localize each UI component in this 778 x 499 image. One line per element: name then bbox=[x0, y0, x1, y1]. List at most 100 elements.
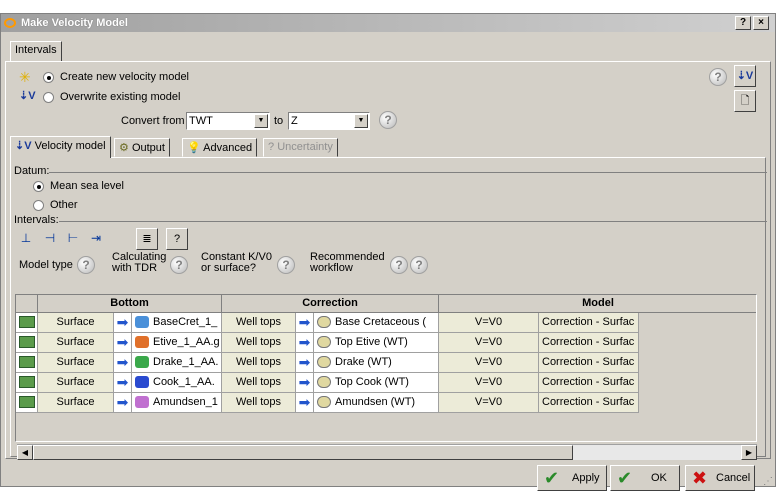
help-icon[interactable]: ? bbox=[379, 111, 397, 129]
surface-type-icon[interactable] bbox=[16, 333, 38, 353]
make-velocity-model-dialog: Make Velocity Model ? × Intervals ✳ Crea… bbox=[0, 13, 776, 491]
checkmark-icon: ✔ bbox=[617, 468, 633, 488]
bottom-type-cell[interactable]: Surface bbox=[38, 353, 114, 373]
arrow-right-icon[interactable]: ➡ bbox=[114, 333, 132, 353]
table-row[interactable]: Surface ➡ Drake_1_AA. Well tops ➡ Drake (WT) V… bbox=[16, 353, 756, 373]
model-cell-text: V=V0 bbox=[474, 396, 503, 408]
correction-type-cell[interactable]: Well tops bbox=[222, 373, 296, 393]
convert-to-select[interactable]: Z ▼ bbox=[288, 112, 370, 130]
arrow-right-icon[interactable]: ➡ bbox=[296, 393, 314, 413]
header-bottom[interactable]: Bottom bbox=[38, 295, 222, 313]
help-icon[interactable]: ? bbox=[77, 256, 95, 274]
arrow-right-icon[interactable]: ➡ bbox=[114, 353, 132, 373]
scroll-right-icon[interactable]: ▶ bbox=[741, 445, 757, 460]
bottom-surface-cell[interactable]: Etive_1_AA.g bbox=[132, 333, 222, 353]
surface-type-icon[interactable] bbox=[16, 313, 38, 333]
correction-type-cell[interactable]: Well tops bbox=[222, 333, 296, 353]
correction-cell[interactable]: Amundsen (WT) bbox=[314, 393, 439, 413]
bottom-type-cell[interactable]: Surface bbox=[38, 313, 114, 333]
add-interval-below-icon[interactable]: ⊢ bbox=[64, 230, 82, 246]
header-model[interactable]: Model bbox=[439, 295, 756, 313]
arrow-right-icon[interactable]: ➡ bbox=[296, 313, 314, 333]
correction-cell[interactable]: Base Cretaceous ( bbox=[314, 313, 439, 333]
datum-msl-radio[interactable] bbox=[33, 181, 44, 192]
bottom-surface-cell[interactable]: BaseCret_1_ bbox=[132, 313, 222, 333]
arrow-right-icon[interactable]: ➡ bbox=[296, 373, 314, 393]
create-new-radio[interactable] bbox=[43, 72, 54, 83]
bottom-surface-cell[interactable]: Amundsen_1 bbox=[132, 393, 222, 413]
correction-cell[interactable]: Drake (WT) bbox=[314, 353, 439, 373]
apply-button[interactable]: ✔ Apply bbox=[537, 465, 607, 491]
arrow-right-icon[interactable]: ➡ bbox=[114, 313, 132, 333]
datum-other-radio[interactable] bbox=[33, 200, 44, 211]
model-cell[interactable]: V=V0 bbox=[439, 393, 539, 413]
model-cell[interactable]: V=V0 bbox=[439, 373, 539, 393]
chevron-down-icon: ▼ bbox=[254, 114, 268, 128]
workflow-cell[interactable]: Correction - Surfac bbox=[539, 393, 639, 413]
arrow-right-icon[interactable]: ➡ bbox=[296, 353, 314, 373]
add-interval-above-icon[interactable]: ⊥ bbox=[17, 230, 35, 246]
table-row[interactable]: Surface ➡ Amundsen_1 Well tops ➡ Amundsen (WT… bbox=[16, 393, 756, 413]
help-title-button[interactable]: ? bbox=[735, 16, 751, 30]
bottom-type-cell-text: Surface bbox=[56, 316, 95, 328]
table-row[interactable]: Surface ➡ Etive_1_AA.g Well tops ➡ Top Etive … bbox=[16, 333, 756, 353]
model-cell[interactable]: V=V0 bbox=[439, 313, 539, 333]
table-row[interactable]: Surface ➡ BaseCret_1_ Well tops ➡ Base Cretac… bbox=[16, 313, 756, 333]
convert-from-select[interactable]: TWT ▼ bbox=[186, 112, 270, 130]
help-icon[interactable]: ? bbox=[170, 256, 188, 274]
insert-interval-icon[interactable]: ⇥ bbox=[87, 230, 105, 246]
new-document-button[interactable]: 🗋 bbox=[734, 90, 756, 112]
close-button[interactable]: × bbox=[753, 16, 769, 30]
resize-grip-icon[interactable]: ⋰ bbox=[763, 476, 773, 487]
tab-velocity-model[interactable]: ⇣V Velocity model bbox=[10, 136, 111, 158]
surface-type-icon[interactable] bbox=[16, 353, 38, 373]
ok-button[interactable]: ✔ OK bbox=[610, 465, 680, 491]
workflow-cell[interactable]: Correction - Surfac bbox=[539, 313, 639, 333]
sort-intervals-button[interactable]: ≣ bbox=[136, 228, 158, 250]
arrow-right-icon[interactable]: ➡ bbox=[114, 373, 132, 393]
workflow-cell[interactable]: Correction - Surfac bbox=[539, 333, 639, 353]
bottom-surface-cell-text: Etive_1_AA.g bbox=[153, 336, 220, 348]
tab-intervals[interactable]: Intervals bbox=[10, 41, 62, 62]
bottom-surface-cell-text: BaseCret_1_ bbox=[153, 316, 218, 328]
workflow-cell[interactable]: Correction - Surfac bbox=[539, 353, 639, 373]
lightbulb-icon: 💡 bbox=[187, 142, 201, 154]
table-row[interactable]: Surface ➡ Cook_1_AA. Well tops ➡ Top Cook (WT… bbox=[16, 373, 756, 393]
cancel-button[interactable]: ✖ Cancel bbox=[685, 465, 755, 491]
add-interval-between-icon[interactable]: ⊣ bbox=[41, 230, 59, 246]
output-icon: ⚙ bbox=[119, 142, 129, 154]
surface-type-icon[interactable] bbox=[16, 373, 38, 393]
correction-type-cell[interactable]: Well tops bbox=[222, 393, 296, 413]
bottom-surface-cell[interactable]: Drake_1_AA. bbox=[132, 353, 222, 373]
bottom-type-cell[interactable]: Surface bbox=[38, 333, 114, 353]
help-icon[interactable]: ? bbox=[390, 256, 408, 274]
arrow-right-icon[interactable]: ➡ bbox=[296, 333, 314, 353]
horizontal-scrollbar[interactable]: ◀ ▶ bbox=[17, 444, 757, 460]
model-cell[interactable]: V=V0 bbox=[439, 353, 539, 373]
title-bar: Make Velocity Model ? × bbox=[1, 14, 775, 32]
scrollbar-thumb[interactable] bbox=[33, 445, 573, 460]
help-icon[interactable]: ? bbox=[277, 256, 295, 274]
workflow-cell[interactable]: Correction - Surfac bbox=[539, 373, 639, 393]
help-icon[interactable]: ? bbox=[410, 256, 428, 274]
correction-cell[interactable]: Top Etive (WT) bbox=[314, 333, 439, 353]
tab-advanced[interactable]: 💡 Advanced bbox=[182, 138, 258, 157]
interval-help-button[interactable]: ? bbox=[166, 228, 188, 250]
scroll-left-icon[interactable]: ◀ bbox=[17, 445, 33, 460]
tab-output[interactable]: ⚙ Output bbox=[114, 138, 170, 157]
tab-uncertainty[interactable]: ? Uncertainty bbox=[263, 138, 338, 157]
correction-type-cell[interactable]: Well tops bbox=[222, 313, 296, 333]
model-cell[interactable]: V=V0 bbox=[439, 333, 539, 353]
bottom-type-cell[interactable]: Surface bbox=[38, 393, 114, 413]
help-icon[interactable]: ? bbox=[709, 68, 727, 86]
header-correction[interactable]: Correction bbox=[222, 295, 439, 313]
overwrite-radio[interactable] bbox=[43, 92, 54, 103]
correction-cell[interactable]: Top Cook (WT) bbox=[314, 373, 439, 393]
bottom-type-cell[interactable]: Surface bbox=[38, 373, 114, 393]
bottom-surface-cell[interactable]: Cook_1_AA. bbox=[132, 373, 222, 393]
surface-type-icon[interactable] bbox=[16, 393, 38, 413]
model-type-label: Model type bbox=[19, 259, 73, 271]
model-select-button[interactable]: ⇣V bbox=[734, 65, 756, 87]
correction-type-cell[interactable]: Well tops bbox=[222, 353, 296, 373]
arrow-right-icon[interactable]: ➡ bbox=[114, 393, 132, 413]
